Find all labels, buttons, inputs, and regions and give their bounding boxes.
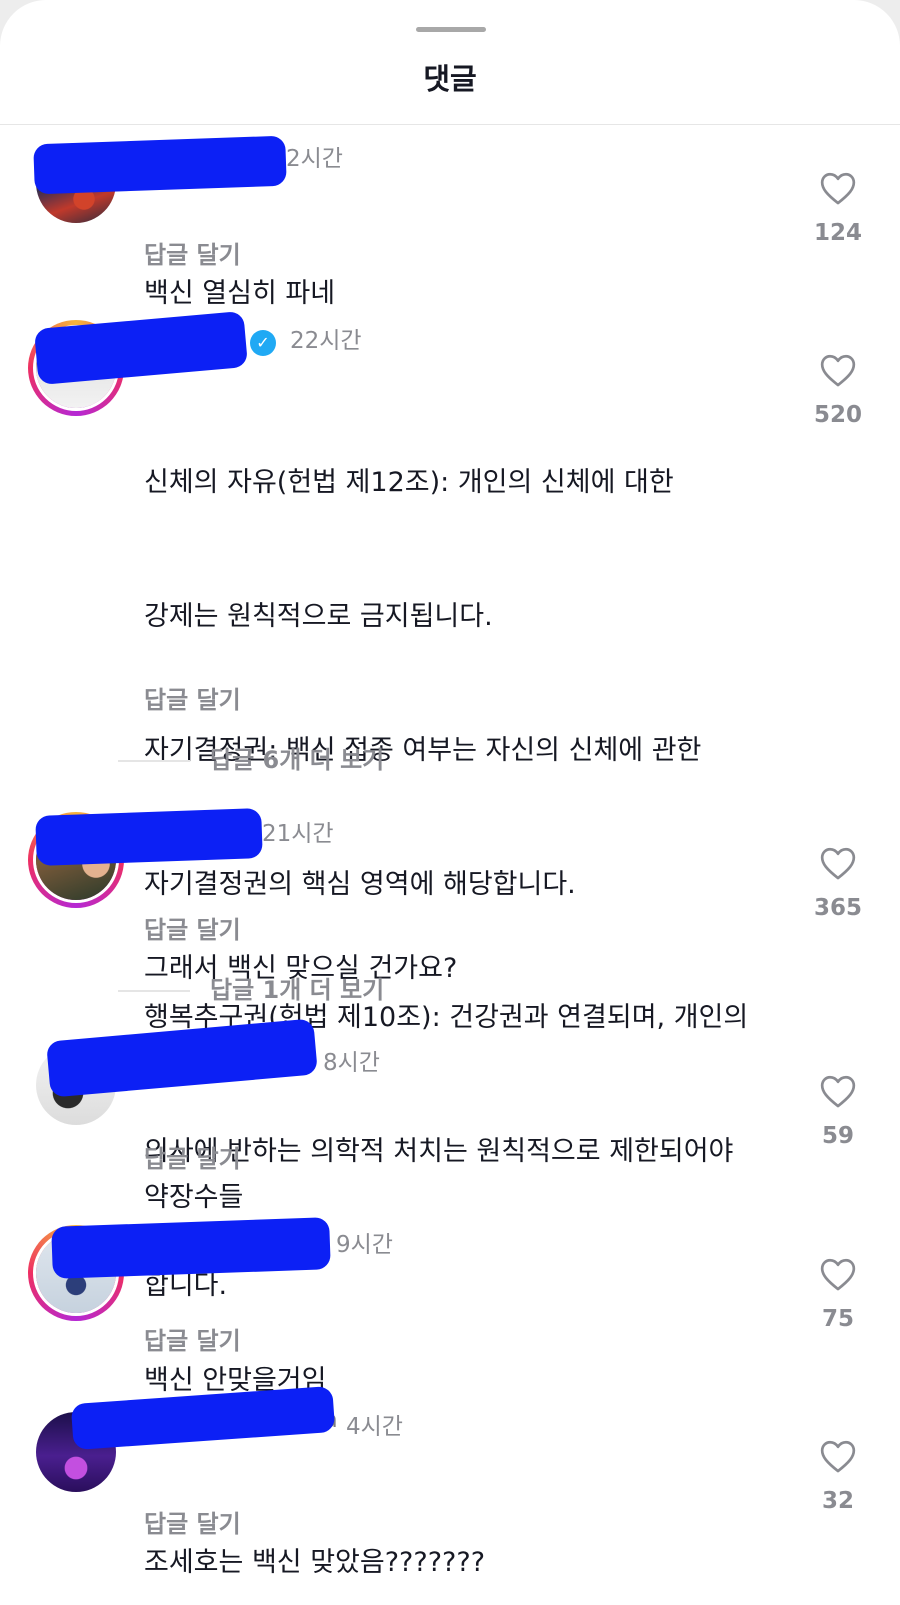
sheet-title: 댓글 (423, 62, 477, 96)
like-button[interactable]: 59 (800, 1073, 876, 1149)
comment-time: 8시간 (323, 1050, 380, 1076)
heart-icon (820, 354, 856, 387)
like-count: 75 (821, 1306, 854, 1332)
like-count: 365 (813, 895, 862, 921)
view-more-replies-label: 답글 6개 더 보기 (210, 746, 385, 774)
like-count: 32 (821, 1488, 854, 1514)
reply-button[interactable]: 답글 달기 (144, 1504, 241, 1539)
heart-icon (820, 172, 856, 205)
view-more-replies-label: 답글 1개 더 보기 (210, 976, 385, 1004)
divider-line (118, 760, 190, 762)
reply-button[interactable]: 답글 달기 (144, 680, 241, 715)
heart-icon (820, 1075, 856, 1108)
comment-time: 9시간 (336, 1232, 393, 1258)
reply-button[interactable]: 답글 달기 (144, 235, 241, 270)
like-count: 124 (813, 220, 862, 246)
like-button[interactable]: 520 (800, 352, 876, 428)
comments-sheet: 댓글 2시간 백신 열심히 파네 답글 달기 124 ✓ 22시간 신체의 자유… (0, 0, 900, 1605)
like-count: 59 (821, 1123, 854, 1149)
heart-icon (820, 1440, 856, 1473)
like-button[interactable]: 365 (800, 845, 876, 921)
divider-line (118, 990, 190, 992)
verified-badge-icon: ✓ (250, 330, 276, 356)
comment-time: 4시간 (346, 1414, 403, 1440)
reply-button[interactable]: 답글 달기 (144, 910, 241, 945)
comment-time: 2시간 (286, 146, 343, 172)
reply-button[interactable]: 답글 달기 (144, 1139, 241, 1174)
heart-icon (820, 1258, 856, 1291)
like-button[interactable]: 124 (800, 170, 876, 246)
reply-button[interactable]: 답글 달기 (144, 1321, 241, 1356)
comment-time: 22시간 (290, 328, 362, 354)
like-button[interactable]: 32 (800, 1438, 876, 1514)
comment-time: 21시간 (262, 821, 334, 847)
header-divider (0, 124, 900, 125)
like-button[interactable]: 75 (800, 1256, 876, 1332)
heart-icon (820, 847, 856, 880)
like-count: 520 (813, 402, 862, 428)
drag-handle[interactable] (416, 27, 486, 32)
